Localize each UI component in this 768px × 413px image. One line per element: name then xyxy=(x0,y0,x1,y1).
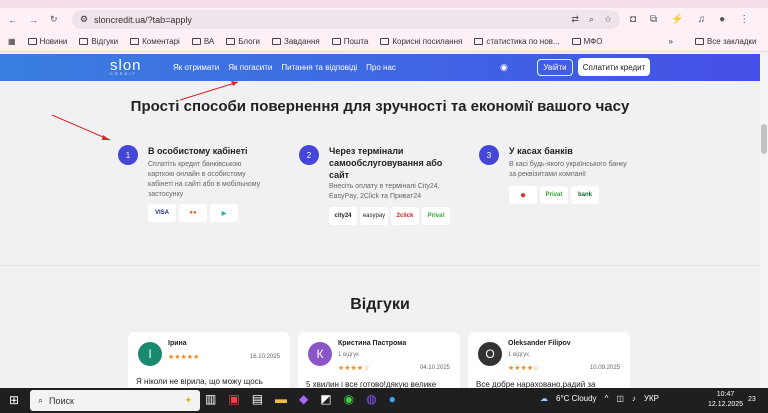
step-number: 3 xyxy=(479,145,499,165)
file-explorer-icon[interactable]: ▬ xyxy=(275,392,287,406)
bank-logo: bank xyxy=(571,186,599,204)
step-desc: Внесіть оплату в терміналі City24, EasyP… xyxy=(329,183,440,200)
rating-stars: ★★★★★ xyxy=(168,354,200,361)
search-label: Поиск xyxy=(49,395,74,406)
review-date: 10.09.2025 xyxy=(589,365,620,371)
review-card: O Oleksander Filipov 1 відгук ★★★★☆ 10.0… xyxy=(468,332,630,392)
rating-stars: ★★★★☆ xyxy=(508,365,540,372)
review-date: 16.10.2025 xyxy=(249,354,280,360)
step-number: 2 xyxy=(299,145,319,165)
review-text: Я ніколи не вірила, що можу щось xyxy=(136,377,263,386)
step-title: У касах банків xyxy=(509,146,573,156)
store-icon[interactable]: ▣ xyxy=(228,392,239,406)
network-icon[interactable]: ◫ xyxy=(616,394,624,403)
review-count: 1 відгук xyxy=(338,352,359,358)
tray-chevron-icon[interactable]: ^ xyxy=(605,394,609,403)
chrome-icon[interactable]: ◉ xyxy=(344,392,354,406)
review-card: К Кристина Пастрома 1 відгук ★★★★☆ 04.10… xyxy=(298,332,460,392)
viber-icon[interactable]: ◍ xyxy=(366,392,376,406)
calculator-icon[interactable]: ▤ xyxy=(252,392,263,406)
copilot-sparkle-icon: ✦ xyxy=(184,395,192,405)
date: 12.12.2025 xyxy=(708,401,744,408)
windows-start-icon[interactable]: ⊞ xyxy=(9,393,19,407)
avatar: І xyxy=(138,342,162,366)
language-indicator[interactable]: УКР xyxy=(644,394,659,403)
task-view-icon[interactable]: ▥ xyxy=(205,392,216,406)
city24-logo: city24 xyxy=(329,207,357,225)
bank-logo: ● xyxy=(509,186,537,204)
reviews-title: Відгуки xyxy=(350,296,410,313)
app-icon[interactable]: ◩ xyxy=(320,392,331,406)
notifications-badge[interactable]: 23 xyxy=(748,396,756,403)
time: 10:47 xyxy=(716,391,735,398)
google-pay-logo: ▶ xyxy=(210,204,238,222)
divider xyxy=(0,265,760,266)
repay-title: Прості способи повернення для зручності … xyxy=(130,98,630,115)
review-count: 1 відгук xyxy=(508,352,529,358)
review-date: 04.10.2025 xyxy=(419,365,450,371)
search-icon: ⌕ xyxy=(38,395,44,405)
telegram-icon[interactable]: ● xyxy=(389,392,396,406)
taskbar-search[interactable]: ⌕ Поиск ✦ xyxy=(30,390,200,411)
privat-logo: Privat xyxy=(540,186,568,204)
weather-text[interactable]: 6°C Cloudy xyxy=(556,394,597,403)
avatar: O xyxy=(478,342,502,366)
step-title: Через термінали самообслуговування або с… xyxy=(329,146,443,180)
mastercard-logo: ●● xyxy=(179,204,207,222)
clock[interactable]: 10:47 12.12.2025 xyxy=(708,390,743,410)
rating-stars: ★★★★☆ xyxy=(338,365,370,372)
avatar: К xyxy=(308,342,332,366)
step-number: 1 xyxy=(118,145,138,165)
reviewer-name: Oleksander Filipov xyxy=(508,340,571,347)
easypay-logo: easypay xyxy=(360,207,388,225)
step-desc: В касі будь-якого українського банку за … xyxy=(509,161,627,178)
step-title: В особистому кабінеті xyxy=(148,146,248,156)
visa-logo: VISA xyxy=(148,204,176,222)
privat-logo: Privat xyxy=(422,207,450,225)
step-desc: Сплатіть кредит банківською карткою онла… xyxy=(148,161,261,198)
taskbar: ⊞ ⌕ Поиск ✦ ▥ ▣ ▤ ▬ ◆ ◩ ◉ ◍ ● ☁ 6°C Cloudy ^… xyxy=(0,388,768,413)
reviewer-name: Кристина Пастрома xyxy=(338,340,407,347)
reviewer-name: Ірина xyxy=(168,340,187,347)
2click-logo: 2click xyxy=(391,207,419,225)
copilot-icon[interactable]: ◆ xyxy=(299,392,308,406)
review-card: І Ірина ★★★★★ 16.10.2025 Я ніколи не вір… xyxy=(128,332,290,392)
volume-icon[interactable]: ♪ xyxy=(632,394,636,403)
weather-icon[interactable]: ☁ xyxy=(540,394,548,403)
